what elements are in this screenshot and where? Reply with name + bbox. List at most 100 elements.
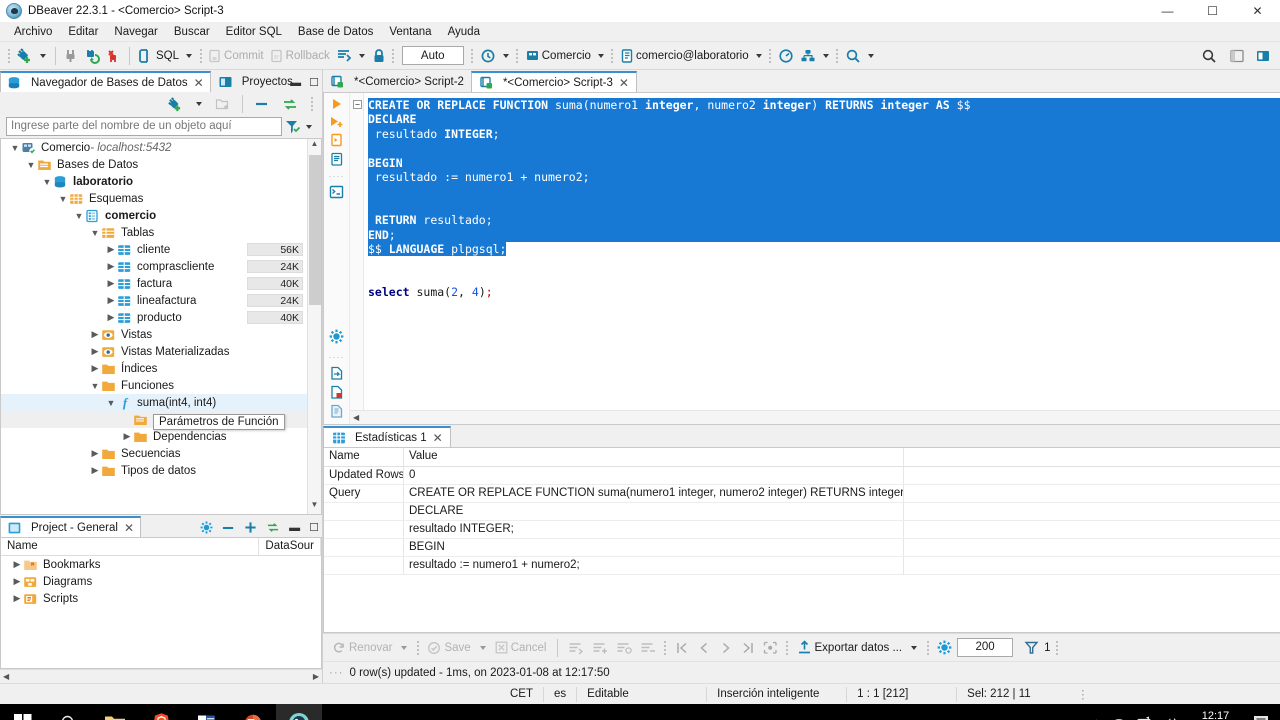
transaction-mode-button[interactable] — [333, 44, 355, 68]
expand-arrow-icon[interactable]: ▶ — [11, 593, 23, 604]
tree-item-bases-de-datos[interactable]: ▼ Bases de Datos — [1, 156, 321, 173]
volume-icon[interactable] — [1163, 716, 1179, 720]
row-filter-icon[interactable] — [1021, 640, 1042, 655]
disconnect-button[interactable] — [61, 44, 81, 68]
windows-start-icon[interactable] — [0, 704, 46, 720]
tree-item-comercio[interactable]: ▼ Comercio - localhost:5432 — [1, 139, 321, 156]
file-explorer-icon[interactable] — [92, 704, 138, 720]
status-overflow-menu[interactable]: ⋮ — [1067, 687, 1100, 702]
tree-item-comercio[interactable]: ▼ comercio — [1, 207, 321, 224]
code-line[interactable]: RETURN resultado; — [364, 213, 1280, 228]
dbeaver-icon[interactable] — [276, 704, 322, 720]
project-item-scripts[interactable]: ▶ Scripts — [1, 590, 321, 607]
code-line[interactable] — [364, 256, 1280, 270]
history-caret[interactable] — [502, 53, 509, 58]
results-cell-name[interactable] — [324, 557, 404, 574]
diagram-caret[interactable] — [822, 53, 829, 58]
link-with-editor-icon[interactable] — [266, 522, 280, 533]
results-cell-value[interactable]: DECLARE — [404, 503, 904, 520]
code-area[interactable]: CREATE OR REPLACE FUNCTION suma(numero1 … — [353, 93, 1280, 424]
tree-item-tipos-de-datos[interactable]: ▶ Tipos de datos — [1, 462, 321, 479]
expand-arrow-icon[interactable]: ▶ — [121, 431, 133, 442]
results-cell-extra[interactable] — [904, 467, 1280, 484]
toolbar-drag-handle-5[interactable] — [516, 48, 519, 64]
menu-ayuda[interactable]: Ayuda — [440, 24, 488, 40]
menu-ventana[interactable]: Ventana — [381, 24, 439, 40]
brave-browser-icon[interactable] — [138, 704, 184, 720]
code-fold-toggle-icon[interactable]: − — [353, 100, 362, 109]
tree-item-suma-int4-int4[interactable]: ▼ f suma(int4, int4) — [1, 394, 321, 411]
results-cell-value[interactable]: resultado INTEGER; — [404, 521, 904, 538]
expand-arrow-open-icon[interactable]: ▼ — [89, 381, 101, 391]
sql-caret[interactable] — [186, 53, 193, 58]
code-line[interactable]: select suma(2, 4); — [364, 285, 1280, 299]
expand-arrow-open-icon[interactable]: ▼ — [73, 211, 85, 221]
menu-editar[interactable]: Editar — [60, 24, 106, 40]
refresh-caret[interactable] — [401, 645, 408, 650]
scroll-down-icon[interactable]: ▼ — [308, 500, 321, 514]
toolbar-drag-handle-7[interactable] — [769, 48, 772, 64]
results-grid[interactable]: Name Value Updated Rows 0 Query CREATE OR R… — [323, 447, 1280, 633]
expand-arrow-icon[interactable]: ▶ — [105, 244, 117, 255]
new-connection-caret[interactable] — [40, 53, 46, 58]
results-settings-icon[interactable] — [934, 640, 955, 655]
scroll-up-icon[interactable]: ▲ — [308, 139, 321, 153]
tree-item-factura[interactable]: ▶ factura 40K — [1, 275, 321, 292]
perspective-switch-icon[interactable] — [1252, 44, 1274, 68]
collapse-all-icon[interactable] — [222, 523, 235, 533]
results-cell-value[interactable]: resultado := numero1 + numero2; — [404, 557, 904, 574]
results-cell-name[interactable] — [324, 539, 404, 556]
results-cell-value[interactable]: 0 — [404, 467, 904, 484]
results-row[interactable]: DECLARE — [324, 503, 1280, 521]
code-line[interactable]: resultado INTEGER; — [364, 126, 1280, 142]
tab-database-navigator[interactable]: Navegador de Bases de Datos ✕ — [0, 71, 211, 92]
tree-item-lineafactura[interactable]: ▶ lineafactura 24K — [1, 292, 321, 309]
results-row[interactable]: Query CREATE OR REPLACE FUNCTION suma(num… — [324, 485, 1280, 503]
expand-arrow-icon[interactable]: ▶ — [105, 295, 117, 306]
expand-arrow-icon[interactable]: ▶ — [89, 346, 101, 357]
toolbar-drag-handle[interactable] — [7, 48, 10, 64]
code-line[interactable] — [364, 184, 1280, 199]
tree-item-ndices[interactable]: ▶ Índices — [1, 360, 321, 377]
tree-item-comprascliente[interactable]: ▶ comprascliente 24K — [1, 258, 321, 275]
tree-item-tablas[interactable]: ▼ Tablas — [1, 224, 321, 241]
expand-arrow-icon[interactable]: ▶ — [11, 559, 23, 570]
navigator-new-connection-icon[interactable] — [164, 92, 186, 116]
first-page-button[interactable] — [672, 641, 692, 655]
code-line[interactable] — [364, 141, 1280, 156]
minimize-button[interactable]: — — [1145, 0, 1190, 22]
search-icon[interactable] — [46, 704, 92, 720]
project-horizontal-scrollbar[interactable]: ◀ ▶ — [0, 669, 322, 683]
rollback-button[interactable]: Rollback — [267, 44, 333, 68]
results-col-value[interactable]: Value — [404, 448, 904, 466]
tree-item-cliente[interactable]: ▶ cliente 56K — [1, 241, 321, 258]
new-connection-button[interactable] — [13, 44, 36, 68]
open-console-icon[interactable] — [329, 185, 344, 199]
results-cell-name[interactable] — [324, 503, 404, 520]
commit-button[interactable]: Commit — [205, 44, 267, 68]
search-caret[interactable] — [867, 53, 874, 58]
tree-item-esquemas[interactable]: ▼ Esquemas — [1, 190, 321, 207]
project-item-diagrams[interactable]: ▶ Diagrams — [1, 573, 321, 590]
connection-caret[interactable] — [597, 53, 604, 58]
expand-arrow-icon[interactable]: ▶ — [105, 312, 117, 323]
transaction-auto-field[interactable]: Auto — [401, 46, 464, 65]
code-line[interactable]: BEGIN — [364, 155, 1280, 170]
results-cell-extra[interactable] — [904, 521, 1280, 538]
set-null-icon[interactable] — [613, 641, 635, 655]
project-item-bookmarks[interactable]: ▶ Bookmarks — [1, 556, 321, 573]
project-tree[interactable]: Name DataSour ▶ Bookmarks ▶ Diagrams ▶ Script… — [0, 537, 322, 669]
toolbar-drag-handle-2[interactable] — [199, 48, 202, 64]
tab-project-general[interactable]: Project - General ✕ — [0, 516, 141, 537]
export-caret[interactable] — [911, 645, 918, 650]
powerpoint-icon[interactable]: P — [230, 704, 276, 720]
sql-editor[interactable]: ···· ···· CREATE OR REPLACE FUNCTION sum… — [323, 92, 1280, 425]
code-line[interactable]: $$ LANGUAGE plpgsql; — [364, 241, 1280, 257]
notifications-icon[interactable]: 1 — [1252, 714, 1272, 720]
menu-buscar[interactable]: Buscar — [166, 24, 218, 40]
search-icon[interactable] — [842, 44, 864, 68]
close-icon[interactable]: ✕ — [194, 76, 204, 90]
maximize-panel-icon[interactable]: ☐ — [309, 76, 319, 89]
results-cell-name[interactable]: Query — [324, 485, 404, 502]
collapse-all-icon[interactable] — [251, 92, 273, 116]
